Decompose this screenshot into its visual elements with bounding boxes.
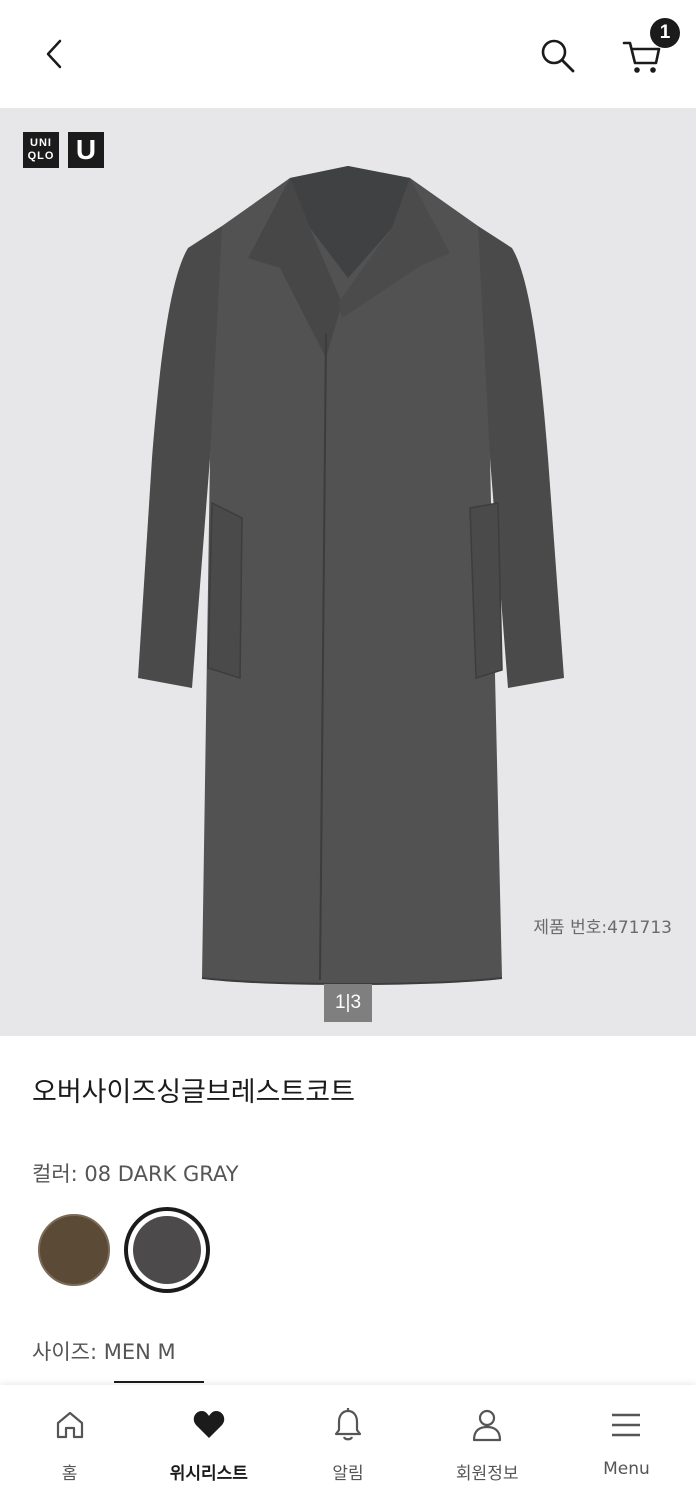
search-button[interactable] [532, 30, 584, 82]
product-title: 오버사이즈싱글브레스트코트 [32, 1077, 355, 1108]
product-image-gallery[interactable]: UNI QLO U 제품 번호:471713 1|3 [0, 108, 696, 1036]
menu-icon [608, 1407, 644, 1443]
nav-member-info[interactable]: 회원정보 [418, 1385, 557, 1500]
nav-menu-label: Menu [603, 1459, 650, 1479]
uniqlo-u-logo: U [68, 132, 104, 168]
uniqlo-logo-line2: QLO [27, 150, 55, 162]
uniqlo-logo: UNI QLO [23, 132, 59, 168]
nav-wishlist[interactable]: 위시리스트 [139, 1385, 278, 1500]
user-icon [469, 1407, 505, 1443]
nav-wishlist-label: 위시리스트 [169, 1464, 248, 1484]
cart-count-badge: 1 [650, 18, 680, 48]
product-image [138, 166, 564, 985]
color-swatch-dark-gray[interactable] [133, 1216, 201, 1284]
top-header: 1 [0, 0, 696, 108]
nav-home[interactable]: 홈 [0, 1385, 139, 1500]
nav-home-label: 홈 [61, 1464, 78, 1484]
back-button[interactable] [30, 30, 78, 78]
color-label: 컬러: 08 DARK GRAY [32, 1162, 239, 1186]
chevron-left-icon [46, 39, 62, 69]
image-page-indicator: 1|3 [324, 984, 372, 1022]
heart-icon [191, 1407, 227, 1443]
bottom-navigation: 홈 위시리스트 알림 회원정보 Menu [0, 1385, 696, 1500]
nav-member-info-label: 회원정보 [455, 1464, 519, 1484]
home-icon [52, 1407, 88, 1443]
nav-notifications-label: 알림 [332, 1464, 364, 1484]
nav-notifications[interactable]: 알림 [278, 1385, 417, 1500]
bell-icon [330, 1407, 366, 1443]
size-selected-indicator [114, 1381, 204, 1383]
color-swatch-brown[interactable] [38, 1214, 110, 1286]
size-label: 사이즈: MEN M [32, 1340, 176, 1364]
product-number: 제품 번호:471713 [533, 918, 672, 938]
nav-menu[interactable]: Menu [557, 1385, 696, 1500]
uniqlo-logo-line1: UNI [30, 137, 52, 149]
search-icon [541, 39, 575, 73]
